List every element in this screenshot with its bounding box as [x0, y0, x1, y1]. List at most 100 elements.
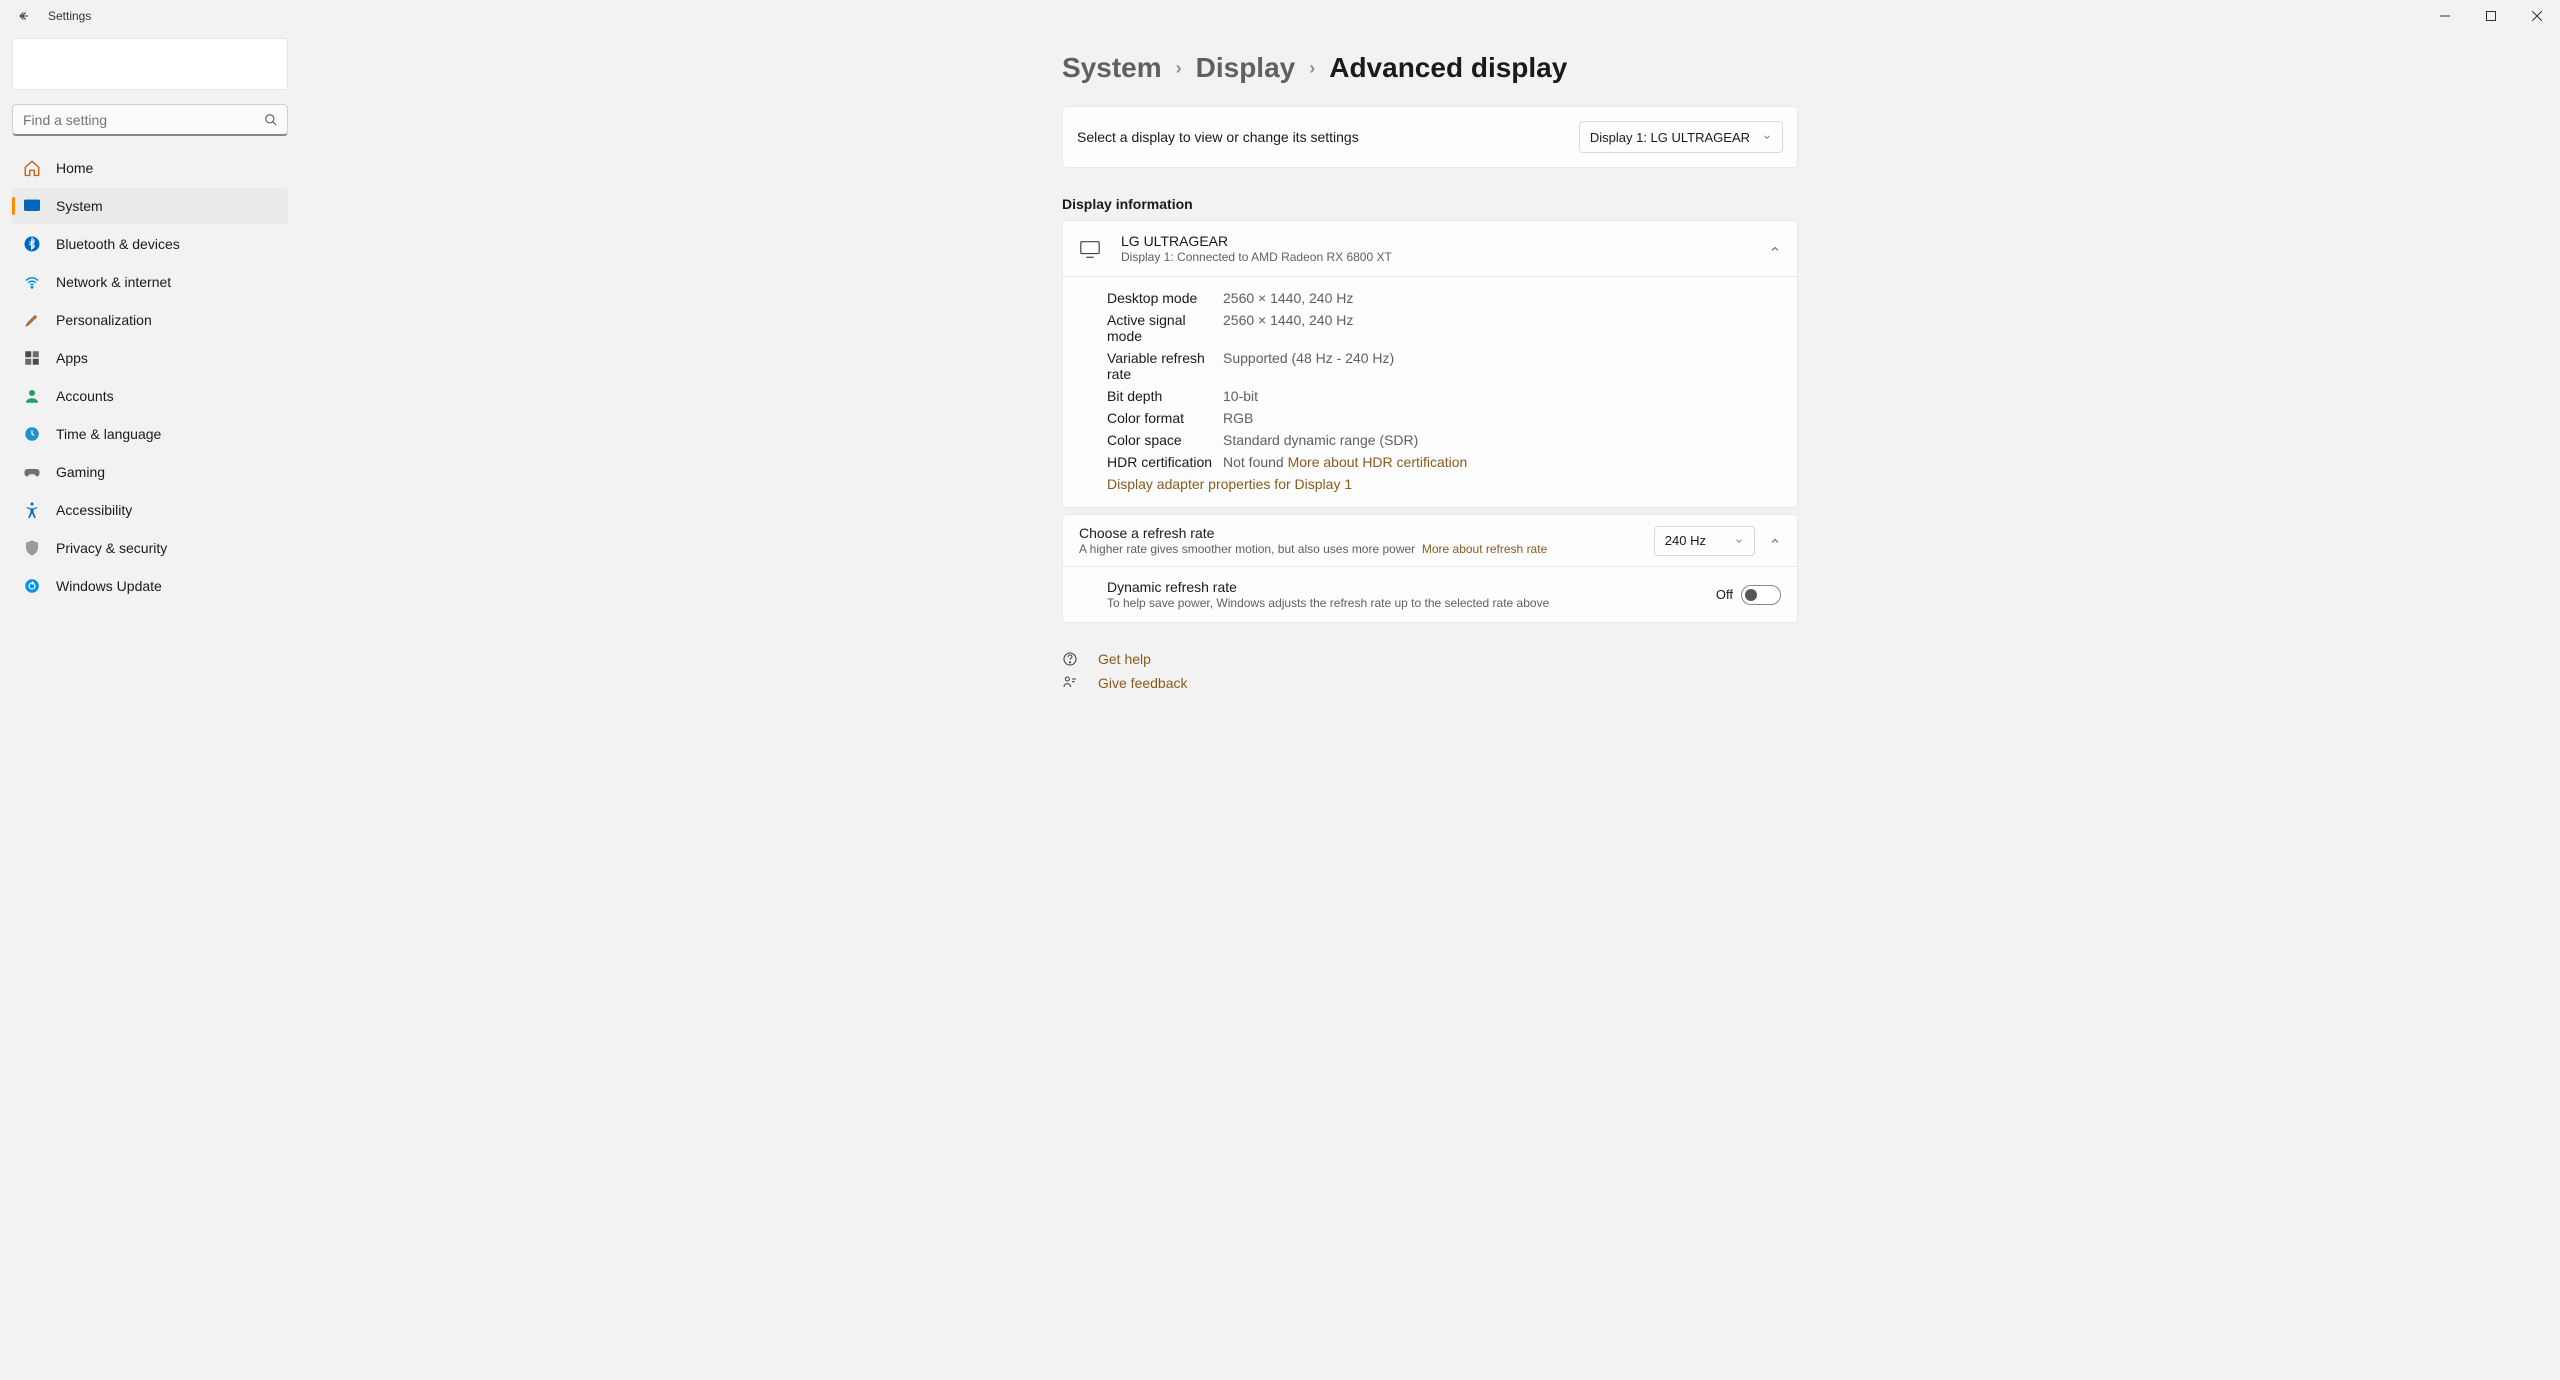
display-info-body: Desktop mode2560 × 1440, 240 Hz Active s…: [1063, 276, 1797, 507]
page-title: Advanced display: [1329, 52, 1567, 84]
feedback-icon: [1062, 675, 1080, 691]
refresh-rate-link[interactable]: More about refresh rate: [1422, 542, 1547, 556]
nav-gaming[interactable]: Gaming: [12, 454, 288, 490]
dynamic-refresh-sub: To help save power, Windows adjusts the …: [1107, 596, 1716, 610]
get-help-link[interactable]: Get help: [1062, 651, 1798, 667]
search-box: [12, 104, 288, 136]
maximize-button[interactable]: [2468, 0, 2514, 32]
apps-icon: [22, 348, 42, 368]
hdr-cert-link[interactable]: More about HDR certification: [1288, 454, 1468, 470]
nav-accounts[interactable]: Accounts: [12, 378, 288, 414]
nav-home[interactable]: Home: [12, 150, 288, 186]
nav-label: Apps: [56, 350, 88, 366]
system-icon: [22, 196, 42, 216]
nav-label: System: [56, 198, 103, 214]
info-row: Variable refresh rateSupported (48 Hz - …: [1107, 347, 1781, 385]
nav-label: Home: [56, 160, 93, 176]
refresh-rate-header: Choose a refresh rate A higher rate give…: [1063, 515, 1797, 566]
nav-label: Bluetooth & devices: [56, 236, 180, 252]
display-selector-card: Select a display to view or change its s…: [1062, 106, 1798, 168]
info-row: Active signal mode2560 × 1440, 240 Hz: [1107, 309, 1781, 347]
display-selector-value: Display 1: LG ULTRAGEAR: [1590, 130, 1750, 145]
refresh-rate-card: Choose a refresh rate A higher rate give…: [1062, 514, 1798, 623]
nav-label: Windows Update: [56, 578, 162, 594]
info-row: Desktop mode2560 × 1440, 240 Hz: [1107, 287, 1781, 309]
minimize-button[interactable]: [2422, 0, 2468, 32]
nav-label: Gaming: [56, 464, 105, 480]
dynamic-refresh-title: Dynamic refresh rate: [1107, 579, 1716, 595]
nav-label: Accounts: [56, 388, 114, 404]
breadcrumb: System › Display › Advanced display: [1062, 52, 1798, 84]
adapter-properties-row: Display adapter properties for Display 1: [1107, 473, 1781, 495]
nav-label: Personalization: [56, 312, 152, 328]
search-input[interactable]: [12, 104, 288, 136]
crumb-display[interactable]: Display: [1196, 52, 1296, 84]
main-content: System › Display › Advanced display Sele…: [300, 32, 2560, 1380]
nav-label: Accessibility: [56, 502, 132, 518]
nav-label: Privacy & security: [56, 540, 167, 556]
nav-label: Network & internet: [56, 274, 171, 290]
update-icon: [22, 576, 42, 596]
search-icon: [264, 113, 278, 127]
chevron-down-icon: [1734, 536, 1744, 546]
minimize-icon: [2440, 11, 2450, 21]
display-selector-label: Select a display to view or change its s…: [1077, 129, 1579, 145]
gamepad-icon: [22, 462, 42, 482]
display-selector-dropdown[interactable]: Display 1: LG ULTRAGEAR: [1579, 121, 1783, 153]
home-icon: [22, 158, 42, 178]
back-button[interactable]: [14, 6, 34, 26]
user-card[interactable]: [12, 38, 288, 90]
nav-system[interactable]: System: [12, 188, 288, 224]
chevron-up-icon[interactable]: [1769, 535, 1781, 547]
nav-apps[interactable]: Apps: [12, 340, 288, 376]
display-info-header[interactable]: LG ULTRAGEAR Display 1: Connected to AMD…: [1063, 221, 1797, 276]
nav-label: Time & language: [56, 426, 161, 442]
info-row: Color spaceStandard dynamic range (SDR): [1107, 429, 1781, 451]
clock-icon: [22, 424, 42, 444]
display-name: LG ULTRAGEAR: [1121, 233, 1769, 249]
nav-network[interactable]: Network & internet: [12, 264, 288, 300]
info-row: Bit depth10-bit: [1107, 385, 1781, 407]
give-feedback-label: Give feedback: [1098, 675, 1188, 691]
title-bar: Settings: [0, 0, 2560, 32]
nav-bluetooth[interactable]: Bluetooth & devices: [12, 226, 288, 262]
close-icon: [2532, 11, 2542, 21]
nav-accessibility[interactable]: Accessibility: [12, 492, 288, 528]
nav-privacy[interactable]: Privacy & security: [12, 530, 288, 566]
nav-list: Home System Bluetooth & devices Network …: [12, 150, 288, 604]
info-row: Color formatRGB: [1107, 407, 1781, 429]
adapter-properties-link[interactable]: Display adapter properties for Display 1: [1107, 476, 1352, 492]
nav-time[interactable]: Time & language: [12, 416, 288, 452]
shield-icon: [22, 538, 42, 558]
help-icon: [1062, 651, 1080, 667]
refresh-rate-value: 240 Hz: [1665, 533, 1706, 548]
get-help-label: Get help: [1098, 651, 1151, 667]
close-button[interactable]: [2514, 0, 2560, 32]
bluetooth-icon: [22, 234, 42, 254]
dynamic-refresh-row: Dynamic refresh rate To help save power,…: [1063, 566, 1797, 622]
brush-icon: [22, 310, 42, 330]
give-feedback-link[interactable]: Give feedback: [1062, 675, 1798, 691]
person-icon: [22, 386, 42, 406]
monitor-icon: [1079, 238, 1103, 260]
nav-update[interactable]: Windows Update: [12, 568, 288, 604]
window-title: Settings: [48, 9, 91, 23]
refresh-rate-dropdown[interactable]: 240 Hz: [1654, 526, 1755, 556]
chevron-right-icon: ›: [1309, 58, 1315, 79]
sidebar: Home System Bluetooth & devices Network …: [0, 32, 300, 1380]
nav-personalization[interactable]: Personalization: [12, 302, 288, 338]
arrow-left-icon: [17, 9, 31, 23]
maximize-icon: [2486, 11, 2496, 21]
crumb-system[interactable]: System: [1062, 52, 1162, 84]
display-info-card: LG ULTRAGEAR Display 1: Connected to AMD…: [1062, 220, 1798, 508]
wifi-icon: [22, 272, 42, 292]
chevron-down-icon: [1762, 132, 1772, 142]
chevron-up-icon: [1769, 243, 1781, 255]
refresh-rate-title: Choose a refresh rate: [1079, 525, 1640, 541]
info-row-hdr: HDR certification Not found More about H…: [1107, 451, 1781, 473]
accessibility-icon: [22, 500, 42, 520]
display-connection: Display 1: Connected to AMD Radeon RX 68…: [1121, 250, 1769, 264]
dynamic-refresh-toggle[interactable]: [1741, 585, 1781, 605]
chevron-right-icon: ›: [1176, 58, 1182, 79]
toggle-state-label: Off: [1716, 587, 1733, 602]
